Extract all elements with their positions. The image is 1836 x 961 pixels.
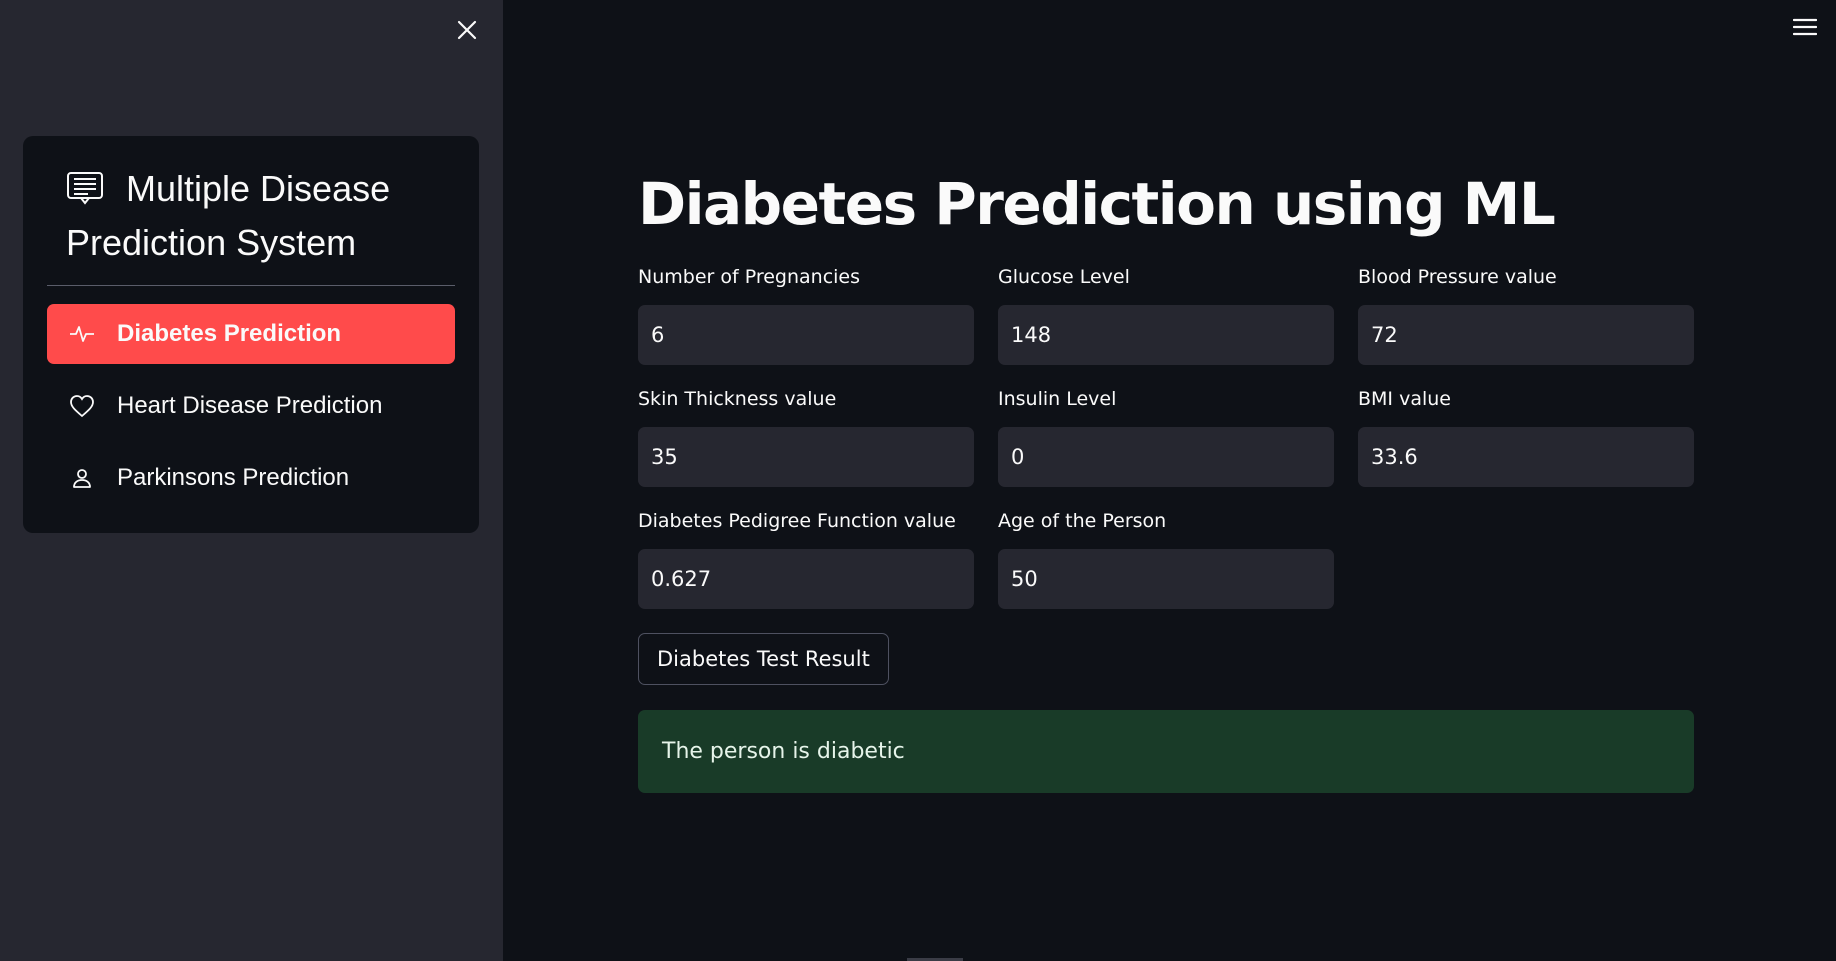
glucose-input[interactable] bbox=[998, 305, 1334, 365]
hamburger-icon bbox=[1793, 18, 1817, 36]
field-label: Diabetes Pedigree Function value bbox=[638, 510, 956, 532]
close-icon bbox=[457, 20, 477, 40]
field-label: Number of Pregnancies bbox=[638, 266, 861, 288]
field-age: Age of the Person bbox=[998, 509, 1334, 609]
skin-thickness-input[interactable] bbox=[638, 427, 974, 487]
field-blood-pressure: Blood Pressure value bbox=[1358, 265, 1694, 365]
menu-divider bbox=[47, 285, 455, 286]
menu-item-parkinsons-prediction[interactable]: Parkinsons Prediction bbox=[47, 448, 455, 508]
field-label: BMI value bbox=[1358, 388, 1451, 410]
result-message: The person is diabetic bbox=[662, 739, 905, 764]
menu-items: Diabetes Prediction Heart Disease Predic… bbox=[47, 304, 455, 508]
field-label: Age of the Person bbox=[998, 510, 1167, 532]
app-root: Multiple Disease Prediction System Diabe… bbox=[0, 0, 1836, 961]
bmi-input[interactable] bbox=[1358, 427, 1694, 487]
menu-item-label: Parkinsons Prediction bbox=[117, 464, 350, 491]
main-content: Diabetes Prediction using ML Number of P… bbox=[638, 160, 1694, 793]
activity-icon bbox=[69, 321, 95, 347]
field-bmi: BMI value bbox=[1358, 387, 1694, 487]
person-icon bbox=[69, 465, 95, 491]
diabetes-test-result-button[interactable]: Diabetes Test Result bbox=[638, 633, 889, 685]
blood-pressure-input[interactable] bbox=[1358, 305, 1694, 365]
input-grid: Number of Pregnancies Glucose Level Bloo… bbox=[638, 265, 1694, 609]
insulin-input[interactable] bbox=[998, 427, 1334, 487]
document-icon bbox=[67, 172, 103, 205]
menu-title-text: Multiple Disease Prediction System bbox=[66, 168, 391, 263]
field-label: Blood Pressure value bbox=[1358, 266, 1557, 288]
field-label: Insulin Level bbox=[998, 388, 1117, 410]
field-label: Skin Thickness value bbox=[638, 388, 837, 410]
close-sidebar-button[interactable] bbox=[449, 12, 485, 48]
field-insulin: Insulin Level bbox=[998, 387, 1334, 487]
field-glucose: Glucose Level bbox=[998, 265, 1334, 365]
field-pedigree-function: Diabetes Pedigree Function value bbox=[638, 509, 974, 609]
option-menu: Multiple Disease Prediction System Diabe… bbox=[23, 136, 479, 533]
menu-title: Multiple Disease Prediction System bbox=[47, 162, 455, 270]
pregnancies-input[interactable] bbox=[638, 305, 974, 365]
heart-icon bbox=[69, 393, 95, 419]
pedigree-function-input[interactable] bbox=[638, 549, 974, 609]
menu-item-diabetes-prediction[interactable]: Diabetes Prediction bbox=[47, 304, 455, 364]
field-pregnancies: Number of Pregnancies bbox=[638, 265, 974, 365]
age-input[interactable] bbox=[998, 549, 1334, 609]
page-title: Diabetes Prediction using ML bbox=[638, 170, 1556, 238]
result-success-alert: The person is diabetic bbox=[638, 710, 1694, 793]
menu-item-label: Diabetes Prediction bbox=[117, 320, 342, 347]
menu-item-label: Heart Disease Prediction bbox=[117, 392, 383, 419]
field-skin-thickness: Skin Thickness value bbox=[638, 387, 974, 487]
field-label: Glucose Level bbox=[998, 266, 1130, 288]
main-menu-button[interactable] bbox=[1788, 12, 1822, 42]
sidebar: Multiple Disease Prediction System Diabe… bbox=[0, 0, 503, 961]
menu-item-heart-disease-prediction[interactable]: Heart Disease Prediction bbox=[47, 376, 455, 436]
